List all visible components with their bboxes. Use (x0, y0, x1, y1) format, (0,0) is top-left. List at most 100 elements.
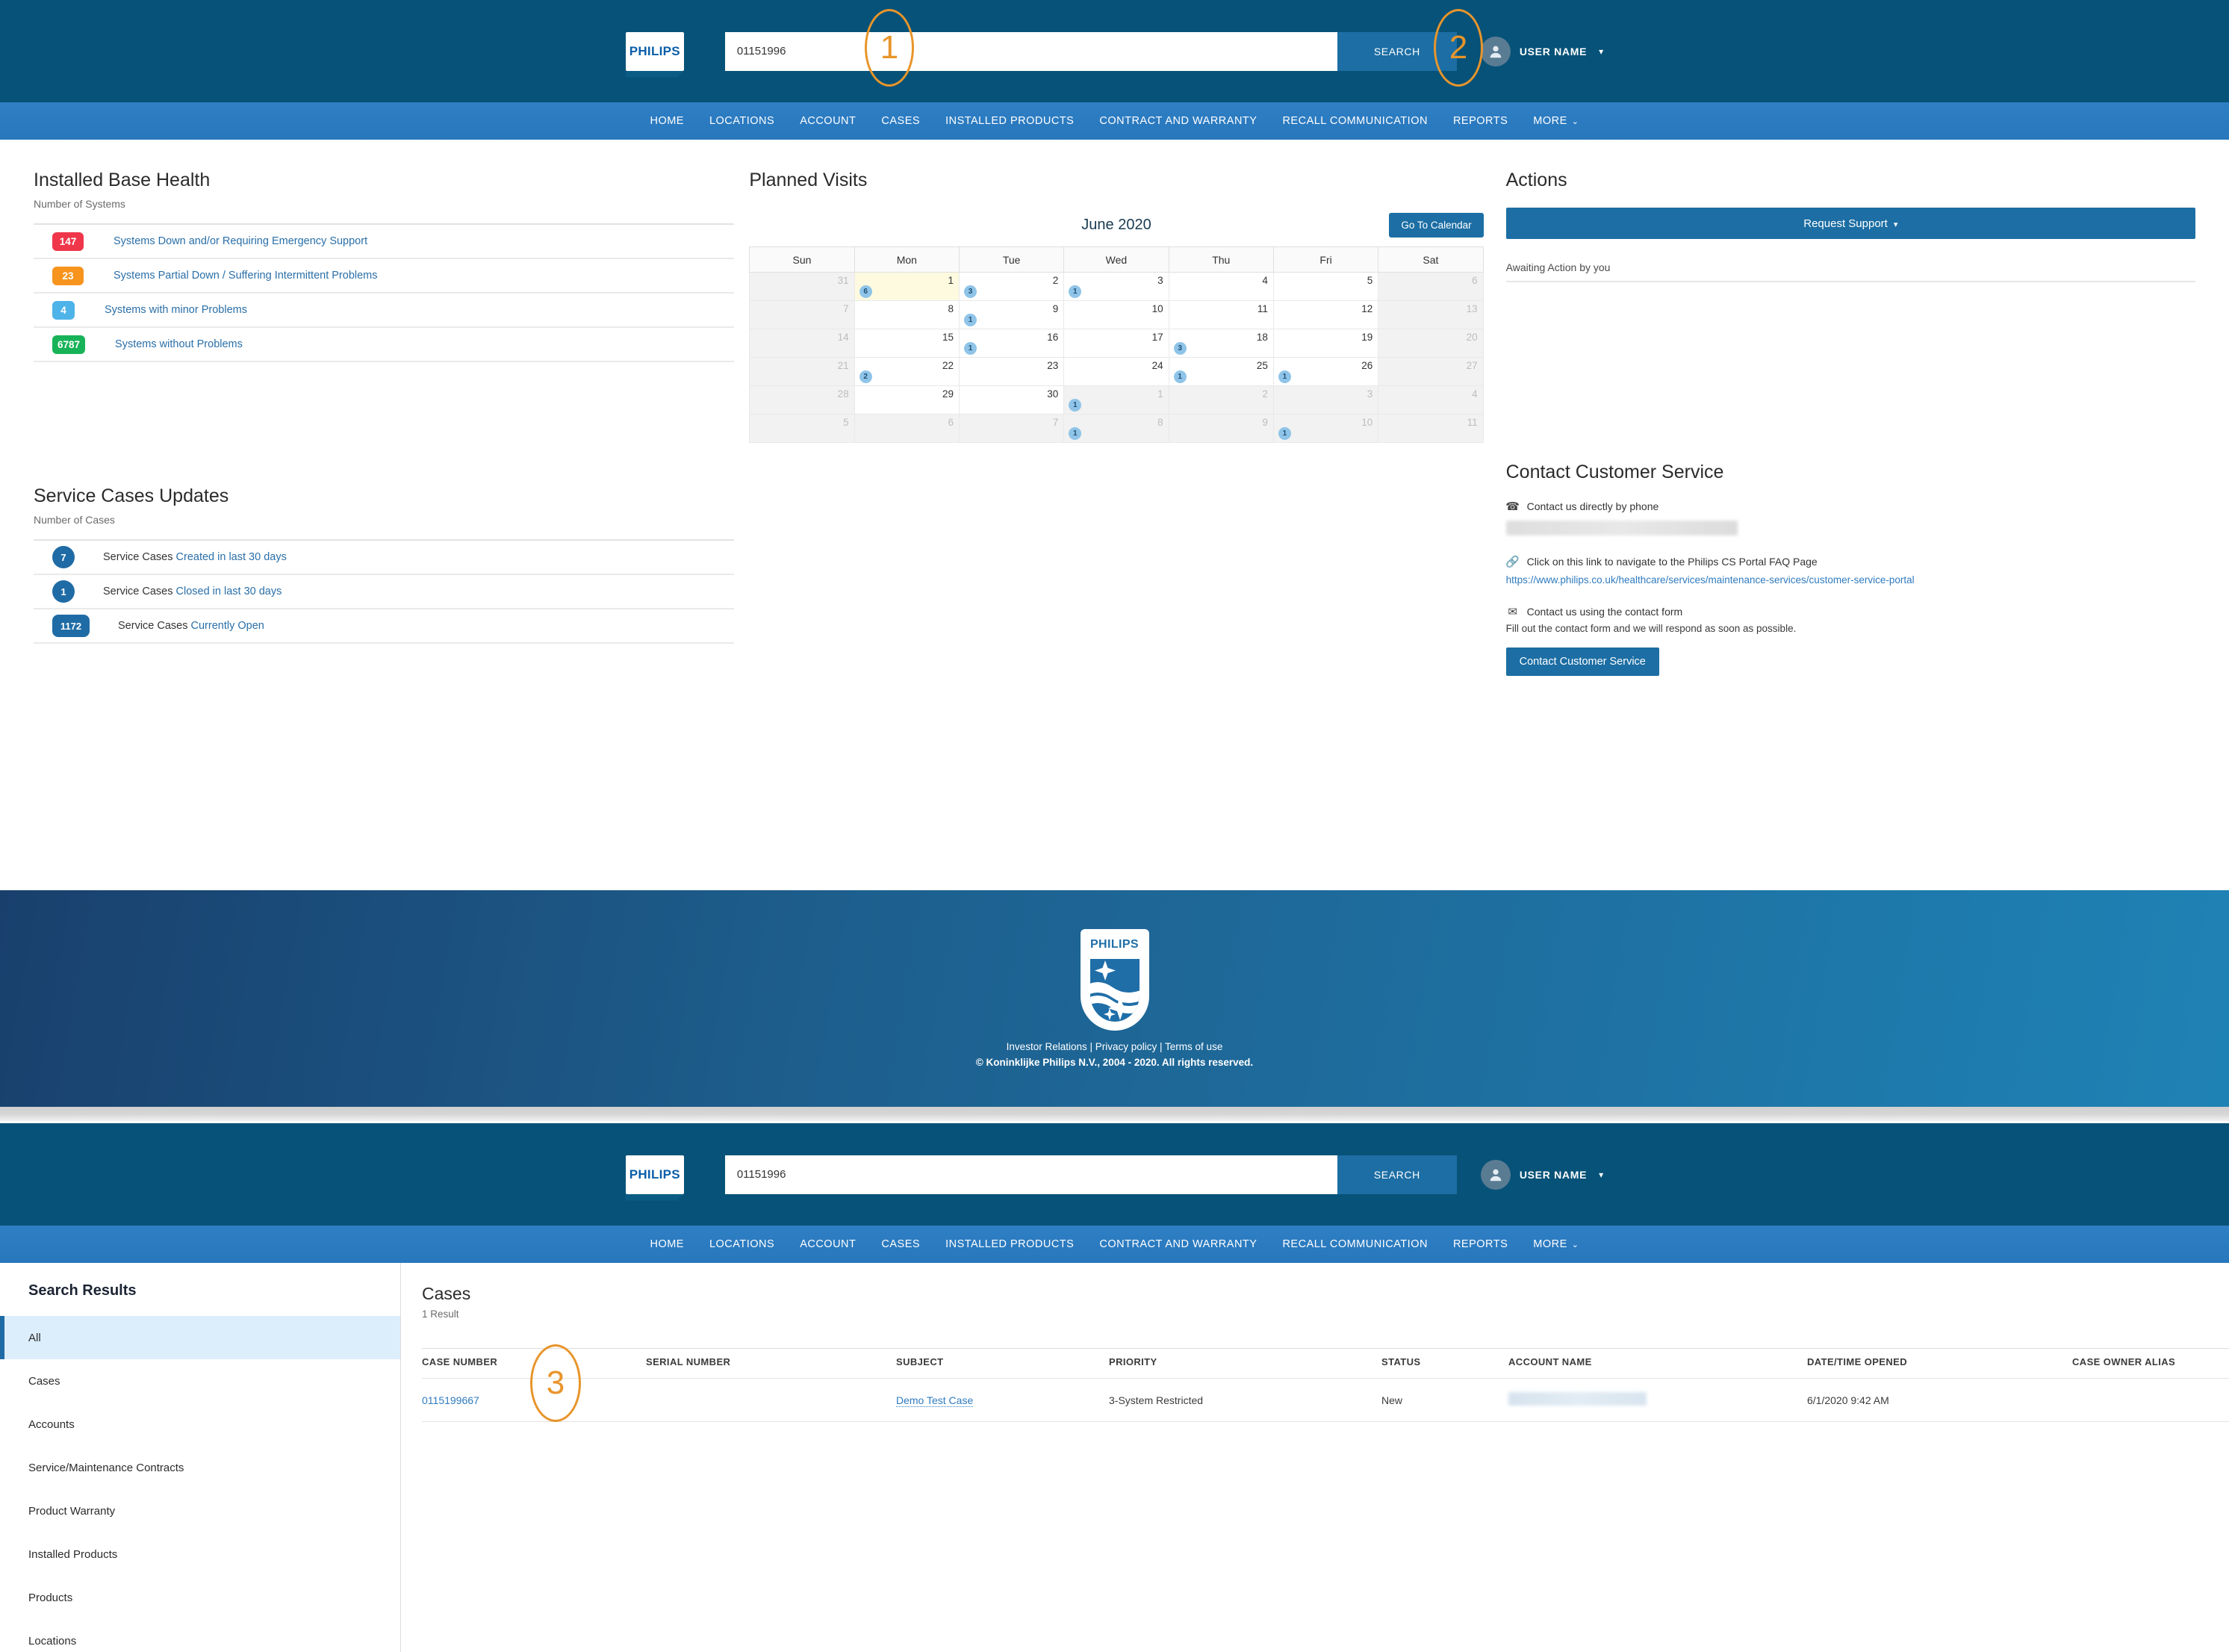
search-input[interactable] (725, 32, 1337, 71)
column-header-status[interactable]: STATUS (1381, 1349, 1508, 1379)
nav-item-recall-communication[interactable]: RECALL COMMUNICATION (1282, 115, 1428, 127)
calendar-day-cell[interactable]: 161 (959, 329, 1063, 358)
calendar-day-cell[interactable]: 14 (750, 329, 854, 358)
service-case-link[interactable]: Currently Open (191, 620, 264, 632)
list-item[interactable]: 4 Systems with minor Problems (34, 294, 734, 328)
calendar-day-cell[interactable]: 91 (959, 301, 1063, 329)
nav-item-account[interactable]: ACCOUNT (800, 115, 856, 127)
column-header-serial-number[interactable]: SERIAL NUMBER (646, 1349, 896, 1379)
calendar-day-cell[interactable]: 31 (750, 273, 854, 301)
search-input-secondary[interactable] (725, 1155, 1337, 1194)
nav-item-reports[interactable]: REPORTS (1453, 1238, 1508, 1250)
calendar-day-cell[interactable]: 4 (1378, 386, 1483, 414)
calendar-day-cell[interactable]: 16 (854, 273, 959, 301)
calendar-event-badge[interactable]: 1 (1278, 370, 1291, 383)
calendar-day-cell[interactable]: 251 (1169, 358, 1273, 386)
list-item[interactable]: 7 Service Cases Created in last 30 days (34, 541, 734, 575)
calendar-day-cell[interactable]: 101 (1273, 414, 1378, 443)
calendar-day-cell[interactable]: 11 (1064, 386, 1169, 414)
footer-link-privacy-policy[interactable]: Privacy policy (1095, 1041, 1157, 1052)
capture-separator-scrollbar[interactable] (0, 1107, 2229, 1123)
sidebar-item-products[interactable]: Products (0, 1576, 400, 1619)
calendar-event-badge[interactable]: 1 (1278, 427, 1291, 440)
nav-item-more[interactable]: MORE⌄ (1533, 1238, 1579, 1250)
calendar-event-badge[interactable]: 2 (859, 370, 872, 383)
column-header-case-number[interactable]: CASE NUMBER (422, 1349, 646, 1379)
calendar-day-cell[interactable]: 11 (1378, 414, 1483, 443)
user-menu-secondary[interactable]: USER NAME ▾ (1481, 1160, 1603, 1190)
calendar-event-badge[interactable]: 6 (859, 285, 872, 298)
installed-base-link[interactable]: Systems with minor Problems (105, 304, 247, 316)
calendar-day-cell[interactable]: 31 (1064, 273, 1169, 301)
user-menu[interactable]: USER NAME ▾ (1481, 37, 1603, 66)
sidebar-item-product-warranty[interactable]: Product Warranty (0, 1489, 400, 1533)
calendar-event-badge[interactable]: 1 (964, 342, 977, 355)
calendar-day-cell[interactable]: 8 (854, 301, 959, 329)
case-number-link[interactable]: 0115199667 (422, 1394, 479, 1406)
calendar-day-cell[interactable]: 5 (750, 414, 854, 443)
nav-item-cases[interactable]: CASES (881, 1238, 920, 1250)
calendar-day-cell[interactable]: 23 (959, 273, 1063, 301)
request-support-button[interactable]: Request Support▾ (1506, 208, 2195, 239)
nav-item-contract-and-warranty[interactable]: CONTRACT AND WARRANTY (1099, 1238, 1257, 1250)
nav-item-installed-products[interactable]: INSTALLED PRODUCTS (945, 115, 1074, 127)
column-header-case-owner-alias[interactable]: CASE OWNER ALIAS (2072, 1349, 2229, 1379)
installed-base-link[interactable]: Systems Partial Down / Suffering Intermi… (114, 270, 378, 282)
calendar-day-cell[interactable]: 19 (1273, 329, 1378, 358)
calendar-day-cell[interactable]: 5 (1273, 273, 1378, 301)
nav-item-recall-communication[interactable]: RECALL COMMUNICATION (1282, 1238, 1428, 1250)
service-case-link[interactable]: Closed in last 30 days (176, 586, 282, 597)
installed-base-link[interactable]: Systems Down and/or Requiring Emergency … (114, 235, 367, 247)
calendar-day-cell[interactable]: 7 (959, 414, 1063, 443)
search-button[interactable]: SEARCH (1337, 32, 1457, 71)
nav-item-reports[interactable]: REPORTS (1453, 115, 1508, 127)
calendar-event-badge[interactable]: 1 (964, 314, 977, 326)
calendar-day-cell[interactable]: 4 (1169, 273, 1273, 301)
calendar-day-cell[interactable]: 27 (1378, 358, 1483, 386)
go-to-calendar-button[interactable]: Go To Calendar (1389, 213, 1483, 237)
footer-link-terms-of-use[interactable]: Terms of use (1165, 1041, 1222, 1052)
calendar-day-cell[interactable]: 222 (854, 358, 959, 386)
sidebar-item-cases[interactable]: Cases (0, 1359, 400, 1403)
column-header-date-time-opened[interactable]: DATE/TIME OPENED (1807, 1349, 2072, 1379)
calendar-day-cell[interactable]: 10 (1064, 301, 1169, 329)
calendar-day-cell[interactable]: 11 (1169, 301, 1273, 329)
calendar-day-cell[interactable]: 261 (1273, 358, 1378, 386)
calendar-day-cell[interactable]: 30 (959, 386, 1063, 414)
calendar-event-badge[interactable]: 1 (1069, 285, 1081, 298)
list-item[interactable]: 147 Systems Down and/or Requiring Emerge… (34, 225, 734, 259)
nav-item-cases[interactable]: CASES (881, 115, 920, 127)
calendar-day-cell[interactable]: 24 (1064, 358, 1169, 386)
calendar-day-cell[interactable]: 17 (1064, 329, 1169, 358)
search-button-secondary[interactable]: SEARCH (1337, 1155, 1457, 1194)
nav-item-contract-and-warranty[interactable]: CONTRACT AND WARRANTY (1099, 115, 1257, 127)
calendar-day-cell[interactable]: 21 (750, 358, 854, 386)
calendar-event-badge[interactable]: 1 (1174, 370, 1187, 383)
calendar-day-cell[interactable]: 7 (750, 301, 854, 329)
philips-logo[interactable]: PHILIPS (626, 32, 684, 71)
calendar-day-cell[interactable]: 3 (1273, 386, 1378, 414)
sidebar-item-all[interactable]: All (0, 1316, 400, 1359)
faq-url-link[interactable]: https://www.philips.co.uk/healthcare/ser… (1506, 574, 2195, 586)
list-item[interactable]: 6787 Systems without Problems (34, 328, 734, 362)
list-item[interactable]: 1 Service Cases Closed in last 30 days (34, 575, 734, 609)
sidebar-item-installed-products[interactable]: Installed Products (0, 1533, 400, 1576)
calendar-event-badge[interactable]: 1 (1069, 427, 1081, 440)
column-header-account-name[interactable]: ACCOUNT NAME (1508, 1349, 1807, 1379)
calendar-event-badge[interactable]: 1 (1069, 399, 1081, 412)
calendar-day-cell[interactable]: 2 (1169, 386, 1273, 414)
philips-logo[interactable]: PHILIPS (626, 1155, 684, 1194)
calendar-day-cell[interactable]: 28 (750, 386, 854, 414)
footer-link-investor-relations[interactable]: Investor Relations (1007, 1041, 1087, 1052)
service-case-link[interactable]: Created in last 30 days (176, 551, 287, 563)
calendar-day-cell[interactable]: 29 (854, 386, 959, 414)
list-item[interactable]: 23 Systems Partial Down / Suffering Inte… (34, 259, 734, 294)
nav-item-home[interactable]: HOME (650, 1238, 684, 1250)
nav-item-installed-products[interactable]: INSTALLED PRODUCTS (945, 1238, 1074, 1250)
calendar-day-cell[interactable]: 183 (1169, 329, 1273, 358)
nav-item-more[interactable]: MORE⌄ (1533, 115, 1579, 127)
list-item[interactable]: 1172 Service Cases Currently Open (34, 609, 734, 644)
calendar-event-badge[interactable]: 3 (964, 285, 977, 298)
calendar-day-cell[interactable]: 6 (854, 414, 959, 443)
subject-link[interactable]: Demo Test Case (896, 1394, 973, 1407)
